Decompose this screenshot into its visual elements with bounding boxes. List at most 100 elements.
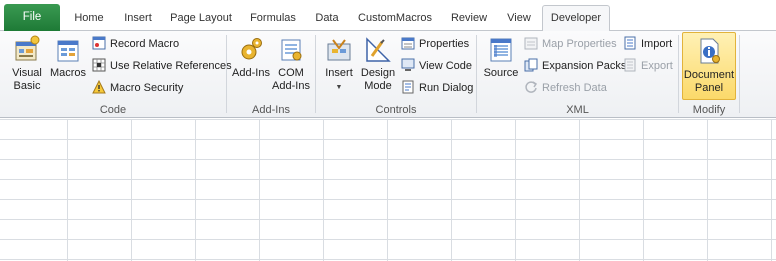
group-separator bbox=[739, 35, 740, 113]
map-properties-button[interactable]: Map Properties bbox=[524, 34, 617, 54]
group-addins: Add-Ins COM Add-Ins Add-Ins bbox=[227, 31, 315, 118]
visual-basic-label-1: Visual bbox=[12, 67, 42, 79]
insert-control-button[interactable]: Insert ▼ bbox=[319, 34, 359, 94]
document-panel-label-2: Panel bbox=[694, 82, 724, 94]
visual-basic-icon bbox=[15, 35, 40, 61]
group-label-xml: XML bbox=[566, 104, 589, 116]
expansion-packs-icon bbox=[524, 58, 538, 72]
design-mode-icon bbox=[366, 37, 391, 62]
com-addins-icon bbox=[281, 39, 302, 61]
grid-row-line bbox=[0, 119, 776, 120]
tab-review[interactable]: Review bbox=[444, 6, 494, 31]
grid-col-line bbox=[771, 119, 772, 261]
addins-label: Add-Ins bbox=[232, 67, 270, 79]
grid-col-line bbox=[323, 119, 324, 261]
refresh-icon bbox=[525, 81, 538, 93]
com-addins-label-2: Add-Ins bbox=[272, 80, 310, 92]
insert-control-label: Insert bbox=[325, 67, 353, 79]
refresh-data-button[interactable]: Refresh Data bbox=[524, 78, 607, 98]
worksheet-grid[interactable] bbox=[0, 119, 776, 261]
visual-basic-label-2: Basic bbox=[13, 80, 41, 92]
grid-row-line bbox=[0, 139, 776, 140]
addins-button[interactable]: Add-Ins bbox=[230, 34, 272, 80]
macros-label: Macros bbox=[49, 67, 87, 79]
view-code-label: View Code bbox=[419, 60, 472, 72]
export-label: Export bbox=[641, 60, 673, 72]
expansion-packs-label: Expansion Packs bbox=[542, 60, 627, 72]
com-addins-button[interactable]: COM Add-Ins bbox=[271, 34, 311, 93]
properties-button[interactable]: Properties bbox=[401, 34, 469, 54]
grid-col-line bbox=[387, 119, 388, 261]
tab-developer[interactable]: Developer bbox=[542, 5, 610, 31]
record-macro-button[interactable]: Record Macro bbox=[92, 34, 179, 54]
com-addins-label-1: COM bbox=[278, 67, 304, 79]
tab-insert[interactable]: Insert bbox=[115, 6, 161, 31]
expansion-packs-button[interactable]: Expansion Packs bbox=[524, 56, 626, 76]
import-button[interactable]: Import bbox=[623, 34, 672, 54]
group-label-controls: Controls bbox=[375, 104, 417, 116]
design-mode-label-2: Mode bbox=[364, 80, 392, 92]
group-code: Visual Basic Macros Record Macro Use Rel… bbox=[0, 31, 232, 118]
refresh-data-label: Refresh Data bbox=[542, 82, 607, 94]
view-code-icon bbox=[401, 58, 415, 72]
use-relative-label: Use Relative References bbox=[110, 60, 232, 72]
grid-row-line bbox=[0, 219, 776, 220]
tab-data[interactable]: Data bbox=[308, 6, 346, 31]
grid-col-line bbox=[195, 119, 196, 261]
group-modify: Document Panel Modify bbox=[679, 31, 739, 118]
grid-row-line bbox=[0, 179, 776, 180]
document-panel-icon bbox=[700, 38, 720, 64]
tab-page-layout[interactable]: Page Layout bbox=[164, 6, 238, 31]
map-properties-label: Map Properties bbox=[542, 38, 617, 50]
map-properties-icon bbox=[524, 37, 538, 50]
import-icon bbox=[624, 36, 636, 50]
grid-col-line bbox=[579, 119, 580, 261]
run-dialog-button[interactable]: Run Dialog bbox=[401, 78, 473, 98]
run-dialog-icon bbox=[402, 80, 414, 94]
tab-view[interactable]: View bbox=[500, 6, 538, 31]
export-icon bbox=[624, 58, 636, 72]
tab-file[interactable]: File bbox=[4, 4, 60, 31]
group-label-addins: Add-Ins bbox=[252, 104, 290, 116]
document-panel-button[interactable]: Document Panel bbox=[682, 32, 736, 100]
macros-icon bbox=[57, 40, 79, 62]
grid-col-line bbox=[131, 119, 132, 261]
relative-references-icon bbox=[92, 58, 106, 72]
tab-custom-macros[interactable]: CustomMacros bbox=[352, 6, 438, 31]
group-label-code: Code bbox=[99, 104, 127, 116]
xml-source-icon bbox=[490, 38, 512, 62]
grid-col-line bbox=[259, 119, 260, 261]
visual-basic-button[interactable]: Visual Basic bbox=[6, 34, 48, 93]
ribbon-developer: Visual Basic Macros Record Macro Use Rel… bbox=[0, 31, 776, 118]
grid-row-line bbox=[0, 199, 776, 200]
tab-formulas[interactable]: Formulas bbox=[243, 6, 303, 31]
grid-col-line bbox=[643, 119, 644, 261]
warning-icon bbox=[92, 80, 106, 94]
macros-button[interactable]: Macros bbox=[48, 34, 88, 80]
toolbox-icon bbox=[327, 39, 351, 61]
tab-home[interactable]: Home bbox=[66, 6, 112, 31]
use-relative-references-button[interactable]: Use Relative References bbox=[92, 56, 232, 76]
import-label: Import bbox=[641, 38, 673, 50]
dropdown-arrow-icon: ▼ bbox=[335, 84, 343, 91]
macro-security-label: Macro Security bbox=[110, 82, 184, 94]
record-macro-label: Record Macro bbox=[110, 38, 180, 50]
group-controls: Insert ▼ Design Mode Properties View Cod… bbox=[316, 31, 476, 118]
grid-col-line bbox=[451, 119, 452, 261]
document-panel-label-1: Document bbox=[683, 69, 735, 81]
source-button[interactable]: Source bbox=[481, 34, 521, 80]
design-mode-button[interactable]: Design Mode bbox=[358, 34, 398, 93]
grid-row-line bbox=[0, 239, 776, 240]
grid-col-line bbox=[515, 119, 516, 261]
grid-col-line bbox=[67, 119, 68, 261]
design-mode-label-1: Design bbox=[360, 67, 396, 79]
group-xml: Source Map Properties Expansion Packs Re… bbox=[477, 31, 678, 118]
run-dialog-label: Run Dialog bbox=[419, 82, 474, 94]
properties-label: Properties bbox=[419, 38, 470, 50]
grid-row-line bbox=[0, 159, 776, 160]
macro-security-button[interactable]: Macro Security bbox=[92, 78, 183, 98]
export-button[interactable]: Export bbox=[623, 56, 673, 76]
group-label-modify: Modify bbox=[692, 104, 726, 116]
ribbon-tab-bar: File Home Insert Page Layout Formulas Da… bbox=[0, 0, 776, 31]
view-code-button[interactable]: View Code bbox=[401, 56, 472, 76]
